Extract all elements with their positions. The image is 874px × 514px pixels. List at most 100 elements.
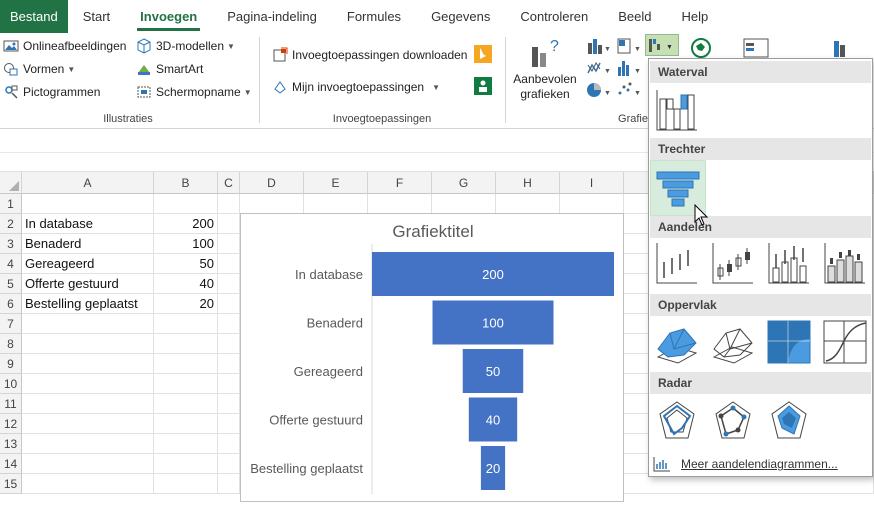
column-header-b[interactable]: B <box>154 172 218 194</box>
cell-c15[interactable] <box>218 474 240 494</box>
cell-b7[interactable] <box>154 314 218 334</box>
cell-c1[interactable] <box>218 194 240 214</box>
waterfall-funnel-button[interactable]: ▼ <box>645 34 679 56</box>
column-header-i[interactable]: I <box>560 172 624 194</box>
cell-b15[interactable] <box>154 474 218 494</box>
cell-b14[interactable] <box>154 454 218 474</box>
cell-rest15[interactable] <box>624 474 874 494</box>
column-header-a[interactable]: A <box>22 172 154 194</box>
cell-a4[interactable]: Gereageerd <box>22 254 154 274</box>
cell-c14[interactable] <box>218 454 240 474</box>
cell-b5[interactable]: 40 <box>154 274 218 294</box>
cell-a14[interactable] <box>22 454 154 474</box>
tab-gegevens[interactable]: Gegevens <box>416 0 505 33</box>
radar-markers-option[interactable] <box>710 398 756 444</box>
row-header-1[interactable]: 1 <box>0 194 22 214</box>
tab-help[interactable]: Help <box>667 0 724 33</box>
cell-c7[interactable] <box>218 314 240 334</box>
cell-a15[interactable] <box>22 474 154 494</box>
cell-c10[interactable] <box>218 374 240 394</box>
radar-option[interactable] <box>654 398 700 444</box>
recommended-charts-button[interactable]: ? Aanbevolen grafieken <box>510 37 580 107</box>
row-header-12[interactable]: 12 <box>0 414 22 434</box>
cell-a8[interactable] <box>22 334 154 354</box>
pivot-chart-icon[interactable] <box>742 37 770 59</box>
bing-icon[interactable] <box>474 45 492 63</box>
cell-c4[interactable] <box>218 254 240 274</box>
cell-b1[interactable] <box>154 194 218 214</box>
shapes-button[interactable]: Vormen ▼ <box>3 59 75 79</box>
pie-chart-icon[interactable]: ▼ <box>586 81 612 99</box>
cell-b10[interactable] <box>154 374 218 394</box>
cell-a13[interactable] <box>22 434 154 454</box>
column-header-c[interactable]: C <box>218 172 240 194</box>
cell-a2[interactable]: In database <box>22 214 154 234</box>
contour-option[interactable] <box>766 319 812 365</box>
cell-c8[interactable] <box>218 334 240 354</box>
stock-ohlc-option[interactable] <box>710 240 756 286</box>
filled-radar-option[interactable] <box>766 398 812 444</box>
row-header-7[interactable]: 7 <box>0 314 22 334</box>
cell-g1[interactable] <box>432 194 496 214</box>
3d-map-icon[interactable] <box>830 37 854 59</box>
cell-b8[interactable] <box>154 334 218 354</box>
cell-b3[interactable]: 100 <box>154 234 218 254</box>
cell-b12[interactable] <box>154 414 218 434</box>
my-addins-button[interactable]: Mijn invoegtoepassingen ▼ <box>272 77 440 97</box>
cell-e1[interactable] <box>304 194 368 214</box>
row-header-2[interactable]: 2 <box>0 214 22 234</box>
icons-button[interactable]: Pictogrammen <box>3 82 100 102</box>
cell-a11[interactable] <box>22 394 154 414</box>
cell-b13[interactable] <box>154 434 218 454</box>
line-chart-icon[interactable]: ▼ <box>586 59 612 77</box>
surface-3d-option[interactable] <box>654 319 700 365</box>
online-images-button[interactable]: Onlineafbeeldingen <box>3 36 126 56</box>
people-graph-icon[interactable] <box>474 77 492 95</box>
statistic-chart-icon[interactable]: ▼ <box>616 59 646 77</box>
row-header-13[interactable]: 13 <box>0 434 22 454</box>
row-header-15[interactable]: 15 <box>0 474 22 494</box>
cell-c12[interactable] <box>218 414 240 434</box>
tab-invoegen[interactable]: Invoegen <box>125 0 212 33</box>
cell-b9[interactable] <box>154 354 218 374</box>
row-header-3[interactable]: 3 <box>0 234 22 254</box>
row-header-6[interactable]: 6 <box>0 294 22 314</box>
row-header-11[interactable]: 11 <box>0 394 22 414</box>
more-stock-charts-link[interactable]: Meer aandelendiagrammen... <box>653 455 838 473</box>
cell-a10[interactable] <box>22 374 154 394</box>
cell-b6[interactable]: 20 <box>154 294 218 314</box>
tab-bestand[interactable]: Bestand <box>0 0 68 33</box>
cell-c3[interactable] <box>218 234 240 254</box>
tab-start[interactable]: Start <box>68 0 125 33</box>
cell-h1[interactable] <box>496 194 560 214</box>
screenshot-button[interactable]: Schermopname ▼ <box>136 82 252 102</box>
cell-c2[interactable] <box>218 214 240 234</box>
hierarchy-chart-icon[interactable]: ▼ <box>616 37 646 55</box>
stock-vohlc-option[interactable] <box>822 240 868 286</box>
cell-a5[interactable]: Offerte gestuurd <box>22 274 154 294</box>
cell-b4[interactable]: 50 <box>154 254 218 274</box>
cell-c5[interactable] <box>218 274 240 294</box>
column-header-e[interactable]: E <box>304 172 368 194</box>
stock-vhlc-option[interactable] <box>766 240 812 286</box>
tab-controleren[interactable]: Controleren <box>505 0 603 33</box>
models-3d-button[interactable]: 3D-modellen ▼ <box>136 36 235 56</box>
cell-c11[interactable] <box>218 394 240 414</box>
scatter-chart-icon[interactable]: ▼ <box>616 81 646 99</box>
tab-pagina-indeling[interactable]: Pagina-indeling <box>212 0 332 33</box>
column-chart-icon[interactable]: ▼ <box>586 37 612 55</box>
row-header-4[interactable]: 4 <box>0 254 22 274</box>
cell-a6[interactable]: Bestelling geplaatst <box>22 294 154 314</box>
cell-d1[interactable] <box>240 194 304 214</box>
row-header-9[interactable]: 9 <box>0 354 22 374</box>
column-header-f[interactable]: F <box>368 172 432 194</box>
tab-formules[interactable]: Formules <box>332 0 416 33</box>
row-header-5[interactable]: 5 <box>0 274 22 294</box>
column-header-g[interactable]: G <box>432 172 496 194</box>
cell-a7[interactable] <box>22 314 154 334</box>
column-header-d[interactable]: D <box>240 172 304 194</box>
stock-hlc-option[interactable] <box>654 240 700 286</box>
waterfall-option[interactable] <box>654 87 700 133</box>
map-chart-icon[interactable] <box>690 37 712 59</box>
cell-b11[interactable] <box>154 394 218 414</box>
